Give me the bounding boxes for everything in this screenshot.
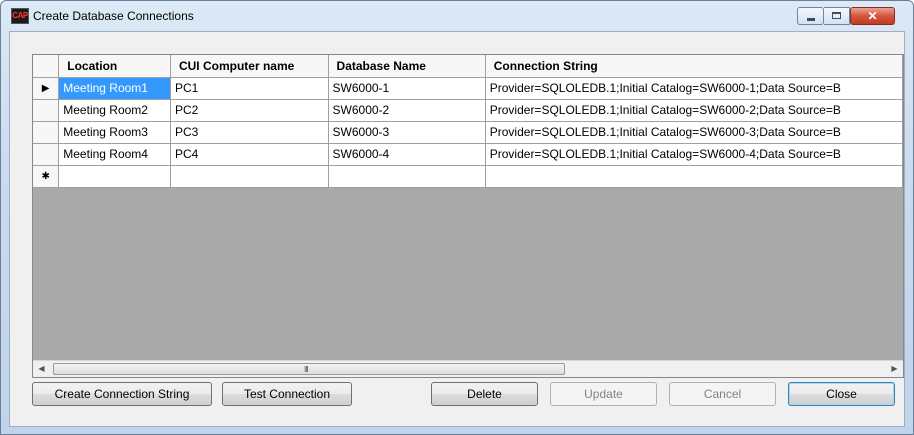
- cell-computer-name[interactable]: PC1: [170, 77, 329, 100]
- scroll-left-arrow-icon[interactable]: ◀: [33, 361, 50, 377]
- cell-computer-name[interactable]: PC4: [170, 143, 329, 166]
- current-row-indicator-icon[interactable]: ▶: [33, 77, 60, 100]
- delete-button[interactable]: Delete: [431, 382, 538, 406]
- cell-computer-name[interactable]: PC3: [170, 121, 329, 144]
- cancel-button[interactable]: Cancel: [669, 382, 776, 406]
- scrollbar-grip-icon: III: [304, 365, 309, 374]
- cell-database-name[interactable]: SW6000-1: [328, 77, 486, 100]
- table-row[interactable]: Meeting Room2 PC2 SW6000-2 Provider=SQLO…: [33, 99, 903, 122]
- new-row-asterisk-icon[interactable]: ✱: [33, 165, 60, 188]
- scrollbar-thumb[interactable]: III: [53, 363, 565, 375]
- cell-location[interactable]: Meeting Room4: [58, 143, 171, 166]
- table-row[interactable]: ▶ Meeting Room1 PC1 SW6000-1 Provider=SQ…: [33, 77, 903, 100]
- cell-database-name[interactable]: SW6000-4: [328, 143, 486, 166]
- maximize-icon: [832, 12, 841, 19]
- close-button[interactable]: Close: [788, 382, 895, 406]
- row-header[interactable]: [33, 99, 60, 122]
- update-button[interactable]: Update: [550, 382, 657, 406]
- window-title: Create Database Connections: [33, 9, 194, 23]
- cell-location[interactable]: Meeting Room2: [58, 99, 171, 122]
- new-cell-database-name[interactable]: [328, 165, 486, 188]
- close-icon: ✕: [867, 9, 878, 23]
- create-connection-string-button[interactable]: Create Connection String: [32, 382, 212, 406]
- connections-grid[interactable]: Location CUI Computer name Database Name…: [32, 54, 904, 378]
- cell-database-name[interactable]: SW6000-2: [328, 99, 486, 122]
- minimize-button[interactable]: [797, 7, 824, 25]
- table-header-row: Location CUI Computer name Database Name…: [33, 55, 903, 78]
- new-cell-connection-string[interactable]: [485, 165, 903, 188]
- app-icon: CAP: [11, 8, 29, 24]
- column-header-location[interactable]: Location: [58, 55, 171, 78]
- cell-connection-string[interactable]: Provider=SQLOLEDB.1;Initial Catalog=SW60…: [485, 121, 903, 144]
- connections-table: Location CUI Computer name Database Name…: [33, 55, 903, 188]
- dialog-window: CAP Create Database Connections ✕ Locati…: [0, 0, 914, 435]
- scroll-right-arrow-icon[interactable]: ▶: [886, 361, 903, 377]
- row-header[interactable]: [33, 143, 60, 166]
- cell-connection-string[interactable]: Provider=SQLOLEDB.1;Initial Catalog=SW60…: [485, 143, 903, 166]
- new-row[interactable]: ✱: [33, 165, 903, 188]
- column-header-connection-string[interactable]: Connection String: [485, 55, 903, 78]
- horizontal-scrollbar[interactable]: ◀ III ▶: [33, 360, 903, 377]
- maximize-button[interactable]: [824, 7, 850, 25]
- column-header-database-name[interactable]: Database Name: [328, 55, 486, 78]
- cell-location[interactable]: Meeting Room3: [58, 121, 171, 144]
- new-cell-computer-name[interactable]: [170, 165, 329, 188]
- cell-database-name[interactable]: SW6000-3: [328, 121, 486, 144]
- close-window-button[interactable]: ✕: [850, 7, 895, 25]
- table-row[interactable]: Meeting Room3 PC3 SW6000-3 Provider=SQLO…: [33, 121, 903, 144]
- row-header[interactable]: [33, 121, 60, 144]
- minimize-icon: [807, 18, 815, 21]
- cell-connection-string[interactable]: Provider=SQLOLEDB.1;Initial Catalog=SW60…: [485, 99, 903, 122]
- column-header-computer-name[interactable]: CUI Computer name: [170, 55, 329, 78]
- row-header-corner: [33, 55, 60, 78]
- cell-location[interactable]: Meeting Room1: [58, 77, 171, 100]
- new-cell-location[interactable]: [58, 165, 171, 188]
- cell-computer-name[interactable]: PC2: [170, 99, 329, 122]
- table-row[interactable]: Meeting Room4 PC4 SW6000-4 Provider=SQLO…: [33, 143, 903, 166]
- title-bar[interactable]: CAP Create Database Connections ✕: [1, 1, 913, 31]
- cell-connection-string[interactable]: Provider=SQLOLEDB.1;Initial Catalog=SW60…: [485, 77, 903, 100]
- dialog-client-area: Location CUI Computer name Database Name…: [9, 31, 905, 427]
- test-connection-button[interactable]: Test Connection: [222, 382, 352, 406]
